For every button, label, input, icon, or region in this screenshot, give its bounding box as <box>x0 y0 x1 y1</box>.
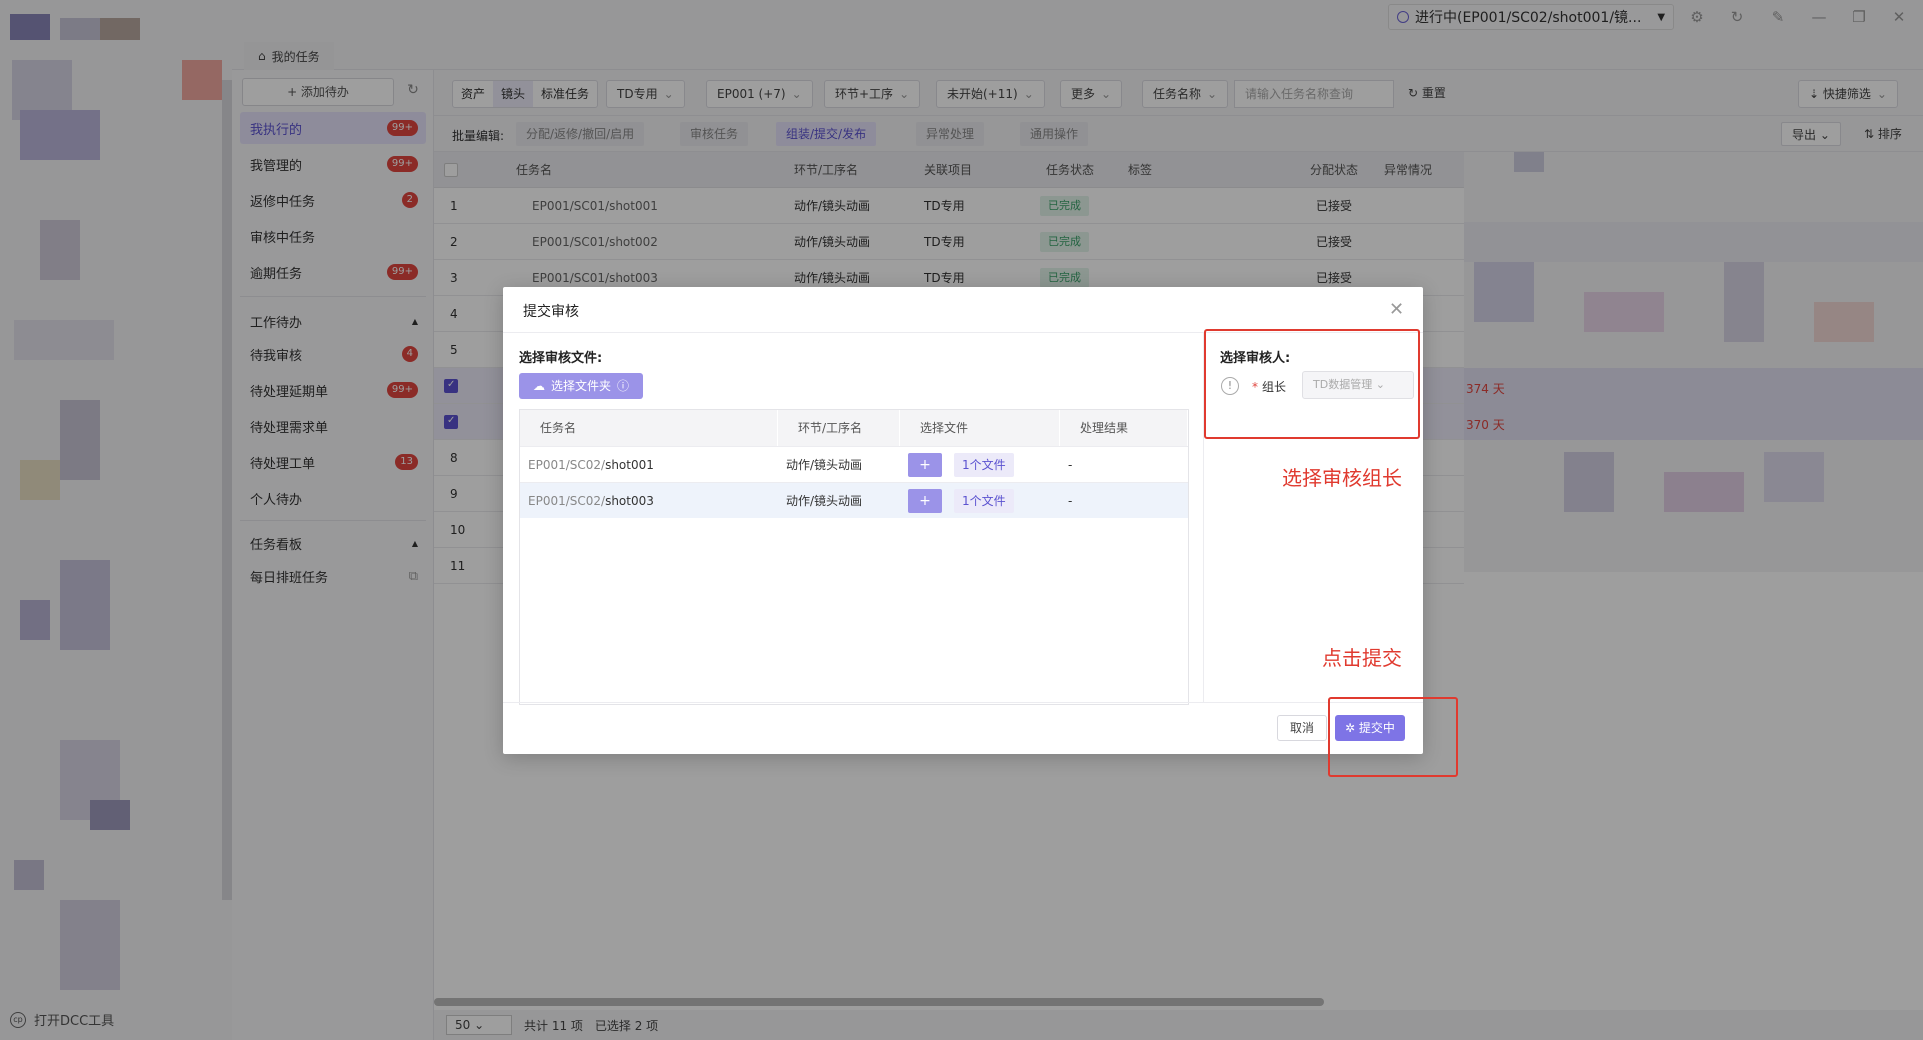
file-count-tag[interactable]: 1个文件 <box>954 453 1014 477</box>
select-folder-label: 选择文件夹 <box>551 379 612 393</box>
info-icon: ⓘ <box>617 379 630 393</box>
file-row[interactable]: EP001/SC02/shot001 动作/镜头动画 + 1个文件 - <box>520 446 1188 482</box>
annotation-box-reviewer <box>1204 329 1420 439</box>
step-name: 动作/镜头动画 <box>786 458 863 472</box>
files-label: 选择审核文件: <box>519 351 603 366</box>
col-step: 环节/工序名 <box>778 410 900 446</box>
step-name: 动作/镜头动画 <box>786 494 863 508</box>
add-file-button[interactable]: + <box>908 489 942 513</box>
file-selection-panel: 选择审核文件: ☁ 选择文件夹 ⓘ 任务名 环节/工序名 选择文件 处理结果 E… <box>503 333 1203 705</box>
add-file-button[interactable]: + <box>908 453 942 477</box>
dialog-title: 提交审核 <box>523 304 579 320</box>
file-table: 任务名 环节/工序名 选择文件 处理结果 EP001/SC02/shot001 … <box>519 409 1189 705</box>
annotation-box-submit <box>1328 697 1458 777</box>
col-result: 处理结果 <box>1060 410 1188 446</box>
task-prefix: EP001/SC02/ <box>528 494 606 508</box>
task-shot: shot001 <box>605 458 654 472</box>
cancel-button[interactable]: 取消 <box>1277 715 1328 741</box>
task-prefix: EP001/SC02/ <box>528 458 606 472</box>
annotation-text-leader: 选择审核组长 <box>1282 466 1402 490</box>
result: - <box>1068 494 1073 508</box>
close-icon[interactable]: ✕ <box>1389 299 1404 320</box>
annotation-text-submit: 点击提交 <box>1322 646 1402 670</box>
dialog-header: 提交审核 ✕ <box>503 287 1423 333</box>
task-name: EP001/SC02/shot001 <box>528 447 654 483</box>
task-shot: shot003 <box>605 494 654 508</box>
result: - <box>1068 458 1073 472</box>
file-count-tag[interactable]: 1个文件 <box>954 489 1014 513</box>
cloud-upload-icon: ☁ <box>533 379 545 393</box>
dialog-footer: 取消 ✲ 提交中 <box>503 702 1423 754</box>
col-task: 任务名 <box>520 410 778 446</box>
task-name: EP001/SC02/shot003 <box>528 483 654 519</box>
col-file: 选择文件 <box>900 410 1060 446</box>
select-folder-button[interactable]: ☁ 选择文件夹 ⓘ <box>519 373 644 399</box>
file-row[interactable]: EP001/SC02/shot003 动作/镜头动画 + 1个文件 - <box>520 482 1188 518</box>
